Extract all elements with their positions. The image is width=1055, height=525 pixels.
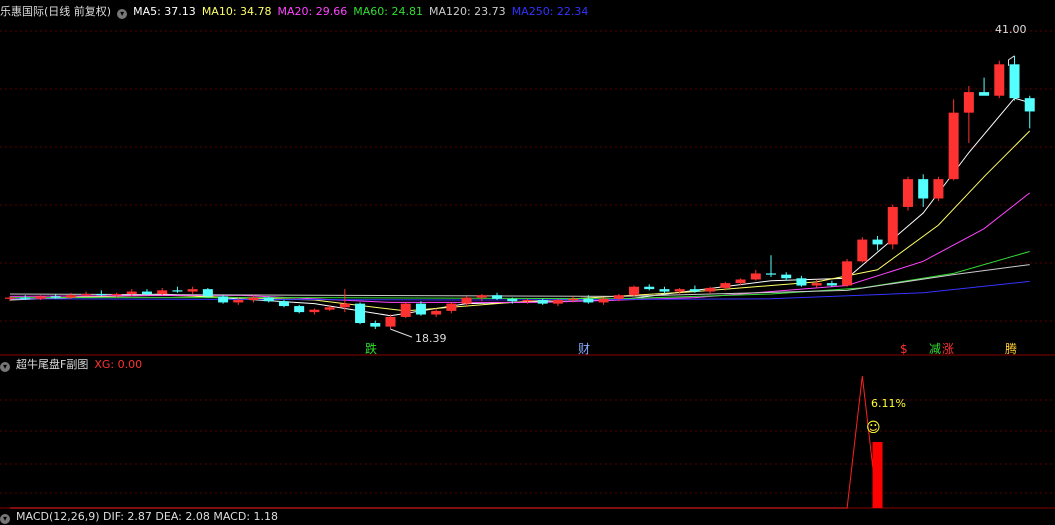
candle-body — [766, 273, 776, 275]
macd-header: ▾ MACD(12,26,9) DIF: 2.87 DEA: 2.08 MACD:… — [0, 509, 284, 525]
candle-body — [979, 92, 990, 96]
candle-body — [705, 287, 716, 292]
price-chart-svg: 41.00 18.39 跌 财 $ 减 涨 腾 6.11% ☺ — [0, 23, 1055, 509]
candle-body — [324, 307, 335, 310]
candle-body — [689, 289, 700, 292]
candle-body — [187, 289, 198, 292]
candle-body — [659, 289, 670, 292]
macd-toggle-icon[interactable]: ▾ — [0, 514, 10, 524]
candle-body — [431, 310, 442, 315]
candle-body — [902, 179, 913, 207]
candle-body — [263, 297, 274, 302]
candle-body — [537, 300, 548, 304]
candle-body — [994, 64, 1005, 96]
marker-jian: 减 — [929, 342, 941, 356]
candle-body — [141, 291, 152, 294]
candle-body — [278, 301, 289, 307]
candle-body — [461, 297, 472, 304]
ma-line-ma5 — [9, 97, 1030, 317]
candle-body — [248, 297, 259, 301]
marker-zhang: 涨 — [942, 341, 954, 356]
candle-body — [65, 295, 76, 298]
candle-body — [476, 295, 487, 298]
candle-body — [96, 293, 107, 296]
candle-body — [568, 298, 579, 301]
candle-body — [385, 316, 396, 327]
candle-body — [583, 298, 594, 303]
moving-average-lines — [9, 97, 1031, 317]
candle-body — [50, 296, 61, 298]
candle-body — [598, 298, 609, 303]
percent-label: 6.11% — [871, 397, 906, 410]
marker-cai: 财 — [578, 342, 590, 356]
candle-body — [294, 306, 305, 313]
candle-body — [963, 92, 974, 113]
xg-value-label: XG: 0.00 — [94, 358, 143, 371]
candle-body — [233, 300, 244, 303]
candle-body — [872, 239, 883, 245]
xg-signal-bar — [872, 442, 883, 508]
marker-die: 跌 — [365, 341, 377, 356]
candle-body — [111, 293, 122, 296]
candle-body — [842, 261, 853, 286]
sub-chart-title: 超牛尾盘F副图 — [16, 358, 89, 371]
candle-body — [948, 112, 959, 180]
smiley-icon: ☺ — [866, 420, 881, 436]
candle-body — [20, 297, 31, 299]
candle-body — [1009, 64, 1020, 99]
candle-body — [218, 296, 229, 303]
candle-body — [507, 298, 518, 302]
candle-body — [796, 278, 807, 286]
candle-body — [339, 303, 350, 308]
candle-body — [157, 290, 168, 294]
candle-body — [446, 303, 457, 311]
candle-body — [1024, 98, 1035, 112]
ma-line-ma10 — [9, 130, 1031, 312]
candle-body — [202, 289, 213, 297]
candle-body — [644, 286, 655, 290]
candle-body — [811, 283, 822, 286]
low-price-label: 18.39 — [415, 332, 447, 345]
candle-body — [918, 179, 929, 199]
candle-body — [126, 291, 137, 294]
low-arrow — [390, 328, 413, 338]
candle-body — [613, 295, 624, 299]
candle-body — [309, 309, 320, 313]
sub-indicator-panel — [10, 375, 883, 509]
marker-dollar: $ — [900, 342, 908, 356]
candle-body — [674, 289, 685, 292]
candle-body — [887, 206, 898, 245]
high-price-label: 41.00 — [995, 23, 1027, 36]
candle-body — [415, 303, 426, 315]
candle-body — [552, 300, 563, 304]
candle-body — [400, 303, 411, 317]
candle-body — [933, 179, 944, 199]
candle-body — [522, 300, 533, 302]
candle-body — [781, 274, 792, 279]
candle-body — [857, 239, 868, 262]
candle-body — [355, 303, 366, 323]
candle-body — [735, 279, 746, 284]
candle-body — [370, 322, 381, 327]
candle-body — [81, 293, 92, 296]
candle-body — [629, 286, 640, 296]
marker-teng: 腾 — [1005, 341, 1017, 356]
candle-body — [35, 296, 46, 299]
candle-body — [492, 295, 503, 299]
candle-body — [5, 297, 15, 299]
sub-chart-header: ▾ 超牛尾盘F副图 XG: 0.00 — [0, 357, 148, 373]
candle-body — [172, 290, 183, 292]
xg-line — [10, 375, 878, 509]
candle-body — [720, 283, 731, 288]
candle-body — [826, 283, 837, 286]
sub-settings-toggle-icon[interactable]: ▾ — [0, 362, 10, 372]
candle-body — [750, 273, 761, 280]
